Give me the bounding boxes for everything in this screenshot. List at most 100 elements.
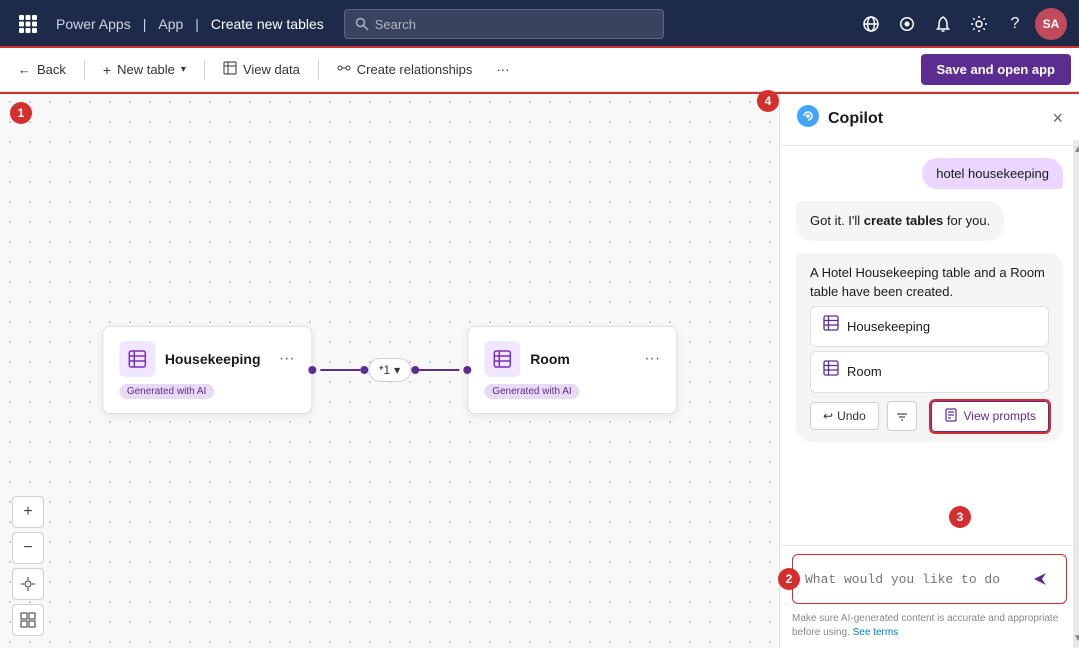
new-table-button[interactable]: + New table ▾ xyxy=(93,56,196,84)
copilot-footer: 2 Make sure AI-generated content is accu… xyxy=(780,545,1079,648)
room-ai-badge: Generated with AI xyxy=(484,384,580,399)
card-dot-left-room xyxy=(463,366,471,374)
toolbar-divider-2 xyxy=(204,60,205,80)
chevron-down-icon: ▾ xyxy=(181,64,186,75)
copilot-messages[interactable]: hotel housekeeping Got it. I'll create t… xyxy=(780,146,1079,545)
table-icon-room xyxy=(484,341,520,377)
search-placeholder: Search xyxy=(375,17,416,32)
card-header-room: Room ··· xyxy=(484,341,660,377)
input-wrapper: 2 xyxy=(792,554,1067,604)
more-options-button[interactable]: ··· xyxy=(486,56,519,83)
room-table-name: Room xyxy=(530,351,634,367)
bot-msg1-part2: for you. xyxy=(943,213,990,228)
scroll-down-arrow[interactable]: ▼ xyxy=(1073,633,1079,644)
undo-button[interactable]: ↩ Undo xyxy=(810,402,879,430)
copilot-header: Copilot × xyxy=(780,92,1079,146)
copilot-icon[interactable] xyxy=(891,8,923,40)
undo-label: Undo xyxy=(837,409,866,423)
new-table-label: New table xyxy=(117,62,175,77)
scroll-up-arrow[interactable]: ▲ xyxy=(1073,144,1079,155)
toolbar: ← Back + New table ▾ View data Create re… xyxy=(0,48,1079,92)
canvas-toolbar: + − xyxy=(12,496,44,636)
see-terms-link[interactable]: See terms xyxy=(853,627,899,638)
relation-label[interactable]: *1 ▾ xyxy=(368,358,411,382)
bot-message-1: Got it. I'll create tables for you. xyxy=(796,201,1004,241)
copilot-logo xyxy=(796,104,820,133)
create-relationships-label: Create relationships xyxy=(357,62,473,77)
card-dot-right-housekeeping xyxy=(308,366,316,374)
copilot-input-field[interactable] xyxy=(805,572,1018,587)
chip-table-icon-1 xyxy=(823,315,839,339)
view-prompts-button[interactable]: View prompts xyxy=(931,401,1049,432)
copilot-panel: Copilot × hotel housekeeping Got it. I'l… xyxy=(779,92,1079,648)
table-chip-housekeeping[interactable]: Housekeeping xyxy=(810,306,1049,348)
top-navigation: Power Apps | App | Create new tables Sea… xyxy=(0,0,1079,48)
disclaimer-text: Make sure AI-generated content is accura… xyxy=(792,613,1058,638)
badge-1: 1 xyxy=(10,102,32,124)
toolbar-divider-1 xyxy=(84,60,85,80)
save-and-open-button[interactable]: Save and open app xyxy=(921,54,1071,85)
globe-icon[interactable] xyxy=(855,8,887,40)
map-view-button[interactable] xyxy=(12,604,44,636)
line-seg-1 xyxy=(320,369,360,371)
chevron-icon: ▾ xyxy=(394,363,400,377)
chip-name-2: Room xyxy=(847,362,882,382)
relation-dot-right xyxy=(411,366,419,374)
view-data-button[interactable]: View data xyxy=(213,55,310,84)
copilot-action-buttons: ↩ Undo xyxy=(810,393,1049,432)
copilot-close-button[interactable]: × xyxy=(1052,108,1063,129)
housekeeping-table-name: Housekeeping xyxy=(165,351,269,367)
copilot-send-button[interactable] xyxy=(1026,565,1054,593)
table-chip-room[interactable]: Room xyxy=(810,351,1049,393)
housekeeping-menu-icon[interactable]: ··· xyxy=(279,350,295,368)
chip-table-icon-2 xyxy=(823,360,839,384)
create-relationships-button[interactable]: Create relationships xyxy=(327,55,483,84)
grid-menu-icon[interactable] xyxy=(12,8,44,40)
main-layout: 1 Housekeeping ··· xyxy=(0,92,1079,648)
plus-icon: + xyxy=(103,62,111,78)
separator1: | xyxy=(143,16,147,32)
room-menu-icon[interactable]: ··· xyxy=(644,350,660,368)
app-breadcrumb: Power Apps xyxy=(56,16,131,32)
pan-tool-button[interactable] xyxy=(12,568,44,600)
copilot-scrollbar[interactable]: ▲ ▼ xyxy=(1073,140,1079,648)
badge-2: 2 xyxy=(778,568,800,590)
relation-text: *1 xyxy=(379,363,390,377)
user-avatar[interactable]: SA xyxy=(1035,8,1067,40)
relationships-icon xyxy=(337,61,351,78)
view-prompts-icon xyxy=(944,408,958,425)
table-icon-housekeeping xyxy=(119,341,155,377)
filter-button[interactable] xyxy=(887,401,917,431)
undo-icon: ↩ xyxy=(823,409,833,423)
gear-icon[interactable] xyxy=(963,8,995,40)
help-icon[interactable]: ? xyxy=(999,8,1031,40)
more-icon: ··· xyxy=(496,62,509,77)
bot-msg1-part1: Got it. I'll xyxy=(810,213,864,228)
search-bar[interactable]: Search xyxy=(344,9,664,39)
user-message: hotel housekeeping xyxy=(922,158,1063,189)
copilot-input-area xyxy=(792,554,1067,604)
table-cards-container: Housekeeping ··· Generated with AI *1 ▾ xyxy=(102,326,677,414)
copilot-disclaimer: Make sure AI-generated content is accura… xyxy=(792,612,1067,640)
app-label: App xyxy=(158,16,183,32)
card-header-housekeeping: Housekeeping ··· xyxy=(119,341,295,377)
chip-name-1: Housekeeping xyxy=(847,317,930,337)
back-arrow-icon: ← xyxy=(18,62,31,77)
line-seg-2 xyxy=(419,369,459,371)
toolbar-divider-3 xyxy=(318,60,319,80)
badge-3: 3 xyxy=(949,506,971,528)
canvas-area[interactable]: 1 Housekeeping ··· xyxy=(0,92,779,648)
zoom-out-button[interactable]: − xyxy=(12,532,44,564)
room-table-card[interactable]: Room ··· Generated with AI xyxy=(467,326,677,414)
relation-dot-left xyxy=(360,366,368,374)
relation-connector: *1 ▾ xyxy=(312,358,467,382)
view-data-label: View data xyxy=(243,62,300,77)
housekeeping-table-card[interactable]: Housekeeping ··· Generated with AI xyxy=(102,326,312,414)
bot-message-2-container: A Hotel Housekeeping table and a Room ta… xyxy=(796,253,1063,442)
bell-icon[interactable] xyxy=(927,8,959,40)
bot-msg2-text: A Hotel Housekeeping table and a Room ta… xyxy=(810,265,1045,300)
zoom-in-button[interactable]: + xyxy=(12,496,44,528)
table-view-icon xyxy=(223,61,237,78)
copilot-title: Copilot xyxy=(828,110,1044,128)
back-button[interactable]: ← Back xyxy=(8,56,76,83)
